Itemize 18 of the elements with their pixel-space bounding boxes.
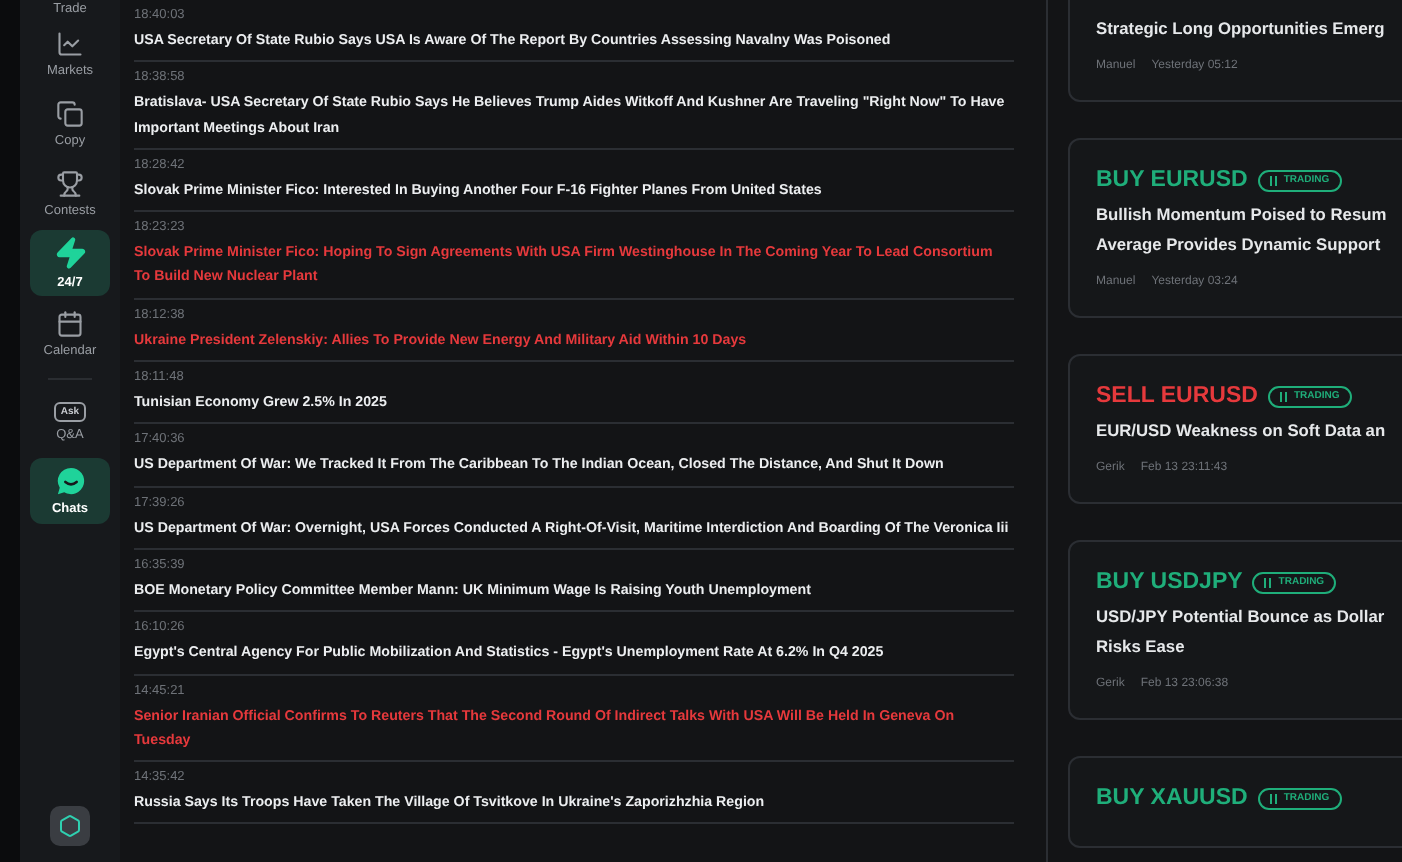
signal-label: SELL EURUSD — [1096, 384, 1258, 408]
chart-icon — [56, 29, 84, 57]
shield-button[interactable] — [50, 806, 90, 846]
hexagon-icon — [58, 814, 82, 838]
trophy-icon — [56, 169, 84, 197]
idea-title: Average Provides Dynamic Support — [1096, 232, 1383, 258]
chat-bubble-icon — [55, 466, 85, 496]
idea-title: Bullish Momentum Poised to Resum — [1096, 202, 1389, 228]
signal-label: BUY EURUSD — [1096, 168, 1248, 192]
calendar-icon — [56, 309, 84, 337]
signal-label: BUY XAUUSD — [1096, 786, 1248, 810]
signal-label: BUY USDJPY — [1096, 570, 1243, 594]
idea-title: USD/JPY Potential Bounce as Dollar — [1096, 604, 1387, 630]
idea-title: Risks Ease — [1096, 634, 1187, 660]
idea-title: Strategic Long Opportunities Emerg — [1096, 16, 1387, 42]
lightning-icon — [53, 236, 87, 270]
idea-title: EUR/USD Weakness on Soft Data an — [1096, 418, 1388, 444]
copy-icon — [56, 99, 84, 127]
